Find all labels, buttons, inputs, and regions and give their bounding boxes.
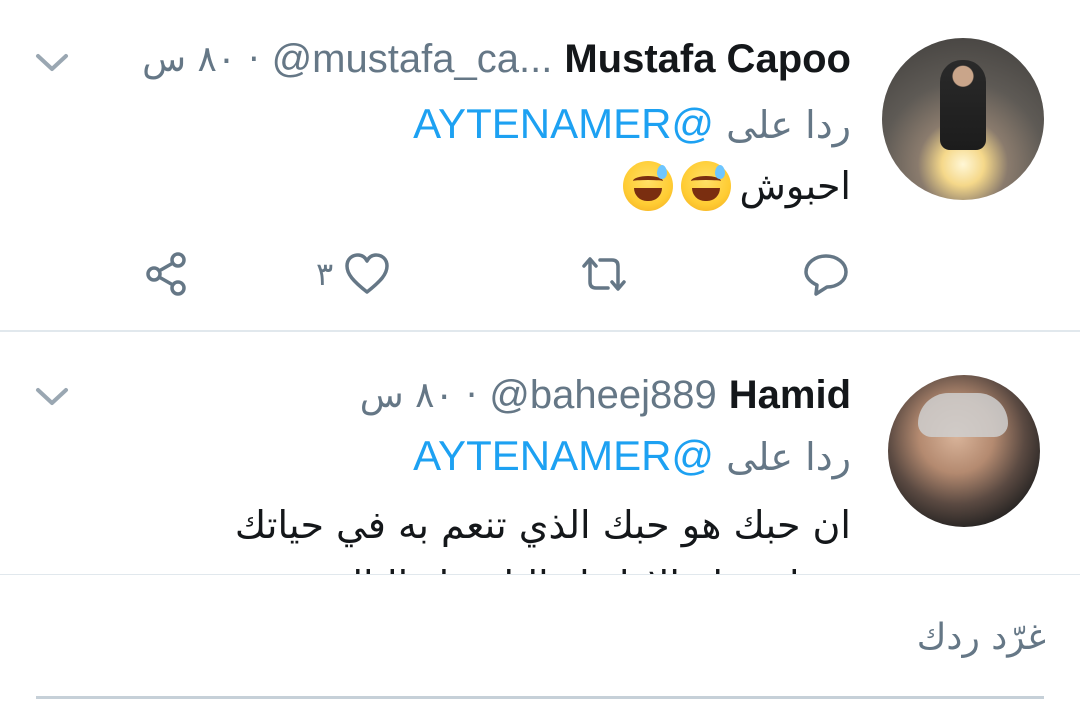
reply-button[interactable] [802,247,850,301]
reply-context: ردا على @AYTENAMER [413,432,851,480]
separator-dot: · [248,38,260,80]
chevron-down-icon[interactable] [34,50,70,74]
tweet-header: Mustafa Capoo @mustafa_ca... · ٨٠ س [142,34,851,84]
tweet-card[interactable]: Mustafa Capoo @mustafa_ca... · ٨٠ س ردا … [0,0,1080,331]
avatar[interactable] [888,375,1040,527]
mention-link[interactable]: @AYTENAMER [413,100,714,147]
avatar-figure [940,60,986,150]
author-name[interactable]: Mustafa Capoo [564,37,851,82]
grinning-sweat-emoji [681,161,732,211]
tweet-card[interactable]: Hamid @baheej889 · ٨٠ س ردا على @AYTENAM… [0,332,1080,575]
tweet-text-content: احبوش [739,164,851,208]
share-button[interactable] [142,247,190,301]
input-underline [36,696,1044,699]
separator-dot: · [465,374,478,416]
comment-icon [804,254,848,296]
like-count: ٣ [316,255,334,293]
reply-prefix: ردا على [726,103,851,147]
like-button[interactable]: ٣ [316,247,391,301]
tweet-text: احبوش [623,156,851,216]
mention-link[interactable]: @AYTENAMER [413,432,714,479]
tweet-header: Hamid @baheej889 · ٨٠ س [360,370,851,420]
tweet-text-line: ان حبك هو حبك الذي تنعم به في حياتك [234,503,851,547]
author-handle[interactable]: @baheej889 [489,373,716,418]
author-name[interactable]: Hamid [729,373,851,418]
chevron-down-icon[interactable] [34,384,70,408]
retweet-icon [582,257,626,291]
tweet-time: ٨٠ س [359,374,454,416]
share-icon [146,252,186,296]
avatar[interactable] [882,38,1044,200]
avatar-figure [918,393,1008,437]
composer-divider [0,574,1080,575]
author-handle[interactable]: @mustafa_ca... [272,37,553,82]
tweet-time: ٨٠ س [142,38,237,80]
reply-input[interactable] [36,596,1048,678]
reply-context: ردا على @AYTENAMER [413,100,851,148]
tweet-text-line: سواء حبك الاول او الثاني او الثالث [211,555,851,575]
tweet-text: ان حبك هو حبك الذي تنعم به في حياتك سواء… [211,495,851,575]
reply-prefix: ردا على [726,435,851,479]
retweet-button[interactable] [580,247,628,301]
heart-icon [345,253,389,294]
grinning-sweat-emoji [623,161,674,211]
reply-composer [0,576,1080,715]
